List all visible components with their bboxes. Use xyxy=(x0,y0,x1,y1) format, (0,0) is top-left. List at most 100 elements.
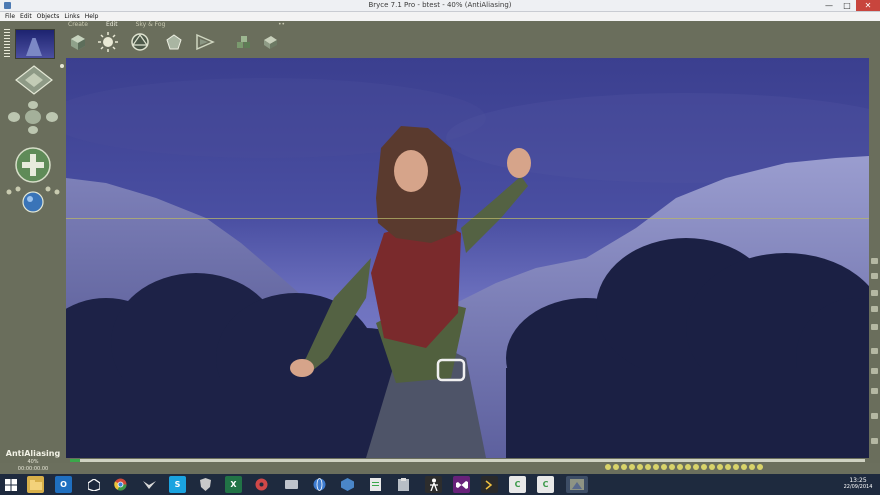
windows-logo-icon xyxy=(4,478,17,491)
render-controls[interactable] xyxy=(4,186,62,216)
light-tool[interactable] xyxy=(97,31,119,53)
taskbar-visual-studio[interactable] xyxy=(453,476,470,493)
directional-pad-icon xyxy=(8,101,58,134)
group-tool[interactable] xyxy=(233,31,255,53)
taskbar-app-doc[interactable] xyxy=(367,476,384,493)
memory-dot-icon[interactable] xyxy=(653,464,659,470)
scene-preview-thumbnail[interactable] xyxy=(15,29,55,59)
menu-edit[interactable]: Edit xyxy=(20,12,32,21)
taskbar-start[interactable] xyxy=(2,476,19,493)
tab-create[interactable]: Create xyxy=(68,21,88,29)
render-viewport[interactable] xyxy=(66,58,869,458)
camera-view-icon xyxy=(15,65,53,95)
taskbar-chrome[interactable] xyxy=(112,476,129,493)
select-cube-tool[interactable] xyxy=(67,31,89,53)
menu-file[interactable]: File xyxy=(5,12,15,21)
memory-dot-icon[interactable] xyxy=(669,464,675,470)
palette-tabs: Create Edit Sky & Fog xyxy=(68,21,183,29)
right-strip-button[interactable] xyxy=(871,438,878,444)
memory-dot-icon[interactable] xyxy=(709,464,715,470)
render-status-name: AntiAliasing xyxy=(5,449,61,458)
right-strip-button[interactable] xyxy=(871,273,878,279)
memory-dot-icon[interactable] xyxy=(621,464,627,470)
unity-icon xyxy=(87,478,100,491)
taskbar-app-cube[interactable] xyxy=(339,476,356,493)
memory-dot-icon[interactable] xyxy=(749,464,755,470)
taskbar-app-c[interactable]: C xyxy=(509,476,526,493)
right-strip-button[interactable] xyxy=(871,388,878,394)
terrain-tool[interactable] xyxy=(194,31,216,53)
memory-dot-icon[interactable] xyxy=(725,464,731,470)
taskbar-bryce[interactable] xyxy=(566,476,588,493)
menu-help[interactable]: Help xyxy=(85,12,99,21)
scale-ruler xyxy=(4,29,10,59)
right-strip-button[interactable] xyxy=(871,290,878,296)
taskbar-skype[interactable]: S xyxy=(169,476,186,493)
taskbar-app-disc[interactable] xyxy=(253,476,270,493)
memory-dot-icon[interactable] xyxy=(701,464,707,470)
right-strip-button[interactable] xyxy=(871,413,878,419)
right-strip-button[interactable] xyxy=(871,324,878,330)
shape-tool[interactable] xyxy=(129,31,151,53)
right-strip-button[interactable] xyxy=(871,348,878,354)
memory-dot-icon[interactable] xyxy=(717,464,723,470)
drive-icon xyxy=(285,480,298,489)
shield-icon xyxy=(200,478,211,491)
close-button[interactable]: ✕ xyxy=(856,0,880,11)
zoom-control[interactable] xyxy=(14,146,52,184)
taskbar-app-drive[interactable] xyxy=(283,476,300,493)
memory-dot-icon[interactable] xyxy=(629,464,635,470)
disc-icon xyxy=(255,478,268,491)
taskbar-app-globe[interactable] xyxy=(311,476,328,493)
figure-icon xyxy=(430,478,438,491)
memory-dot-icon[interactable] xyxy=(693,464,699,470)
menu-links[interactable]: Links xyxy=(64,12,79,21)
maximize-button[interactable]: □ xyxy=(838,0,856,11)
pan-control[interactable] xyxy=(6,100,60,134)
texture-tool[interactable] xyxy=(163,31,185,53)
bird-icon xyxy=(143,481,156,489)
memory-dot-icon[interactable] xyxy=(661,464,667,470)
taskbar-outlook[interactable]: O xyxy=(55,476,72,493)
taskbar-app-c2[interactable]: C xyxy=(537,476,554,493)
gem-icon xyxy=(166,34,182,50)
minimize-button[interactable]: — xyxy=(820,0,838,11)
camera-trackball[interactable] xyxy=(12,63,56,97)
edit-object-tool[interactable] xyxy=(259,31,281,53)
taskbar-app-bird[interactable] xyxy=(141,476,158,493)
tab-edit[interactable]: Edit xyxy=(106,21,118,29)
taskbar-file-explorer[interactable] xyxy=(27,476,44,493)
memory-dot-icon[interactable] xyxy=(645,464,651,470)
memory-dot-icon[interactable] xyxy=(741,464,747,470)
render-status-time: 00:00:00.00 xyxy=(17,466,49,472)
globe-icon xyxy=(313,478,326,491)
taskbar-app-shield[interactable] xyxy=(197,476,214,493)
taskbar-unity[interactable] xyxy=(85,476,102,493)
taskbar-app-clip[interactable] xyxy=(395,476,412,493)
memory-dot-icon[interactable] xyxy=(685,464,691,470)
taskbar-excel[interactable]: X xyxy=(225,476,242,493)
taskbar-clock[interactable]: 13:25 22/09/2014 xyxy=(838,477,878,491)
render-status-percent: 40% xyxy=(27,459,39,465)
tab-sky-fog[interactable]: Sky & Fog xyxy=(136,21,166,29)
left-trees xyxy=(66,273,426,458)
menu-objects[interactable]: Objects xyxy=(37,12,60,21)
window-title: Bryce 7.1 Pro - btest - 40% (AntiAliasin… xyxy=(368,1,512,9)
memory-dot-icon[interactable] xyxy=(605,464,611,470)
taskbar-app-terminal[interactable] xyxy=(481,476,498,493)
memory-dot-icon[interactable] xyxy=(637,464,643,470)
memory-dot-icon[interactable] xyxy=(733,464,739,470)
memory-dot-icon[interactable] xyxy=(613,464,619,470)
memory-dot-icon[interactable] xyxy=(757,464,763,470)
right-strip-button[interactable] xyxy=(871,306,878,312)
palette-more-icon[interactable]: •• xyxy=(278,21,285,28)
right-strip-button[interactable] xyxy=(871,368,878,374)
memory-dot-icon[interactable] xyxy=(677,464,683,470)
right-strip-button[interactable] xyxy=(871,258,878,264)
cubes-stack-icon xyxy=(237,36,250,48)
clock-date: 22/09/2014 xyxy=(843,484,873,490)
panel-options-dot[interactable] xyxy=(60,64,64,68)
menu-bar: File Edit Objects Links Help xyxy=(0,12,880,21)
taskbar-app-figure[interactable] xyxy=(425,476,442,493)
animation-timeline[interactable] xyxy=(70,459,865,462)
